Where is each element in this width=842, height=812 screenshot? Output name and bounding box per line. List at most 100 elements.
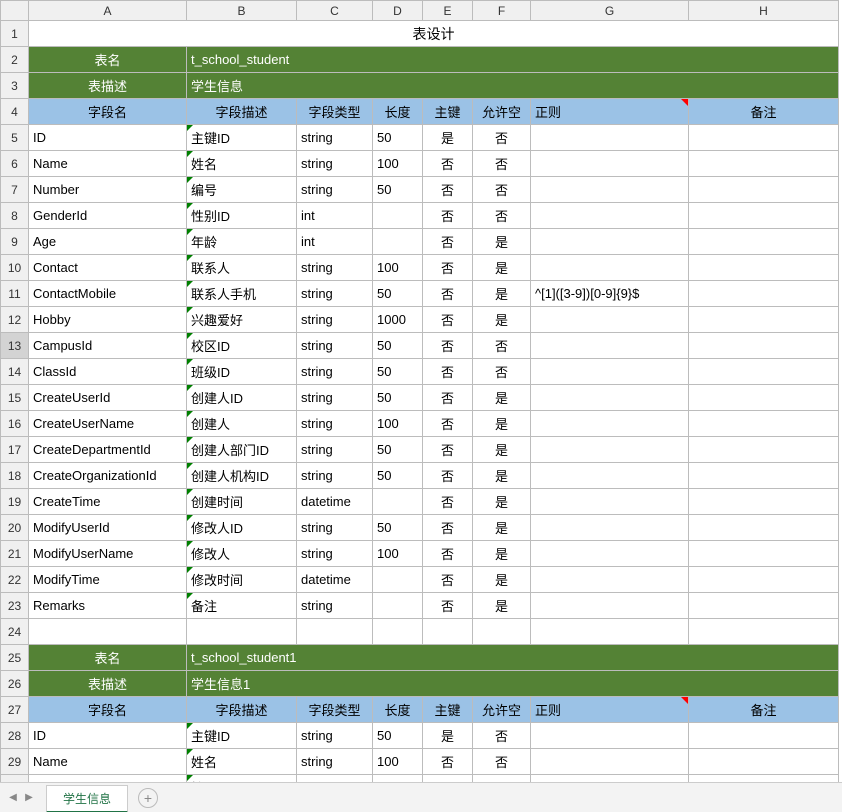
cell[interactable] <box>689 255 839 281</box>
cell[interactable]: 50 <box>373 385 423 411</box>
cell[interactable]: 字段类型 <box>297 697 373 723</box>
cell[interactable]: string <box>297 749 373 775</box>
row-header[interactable]: 6 <box>1 151 29 177</box>
cell[interactable] <box>689 619 839 645</box>
cell[interactable] <box>373 593 423 619</box>
cell[interactable] <box>531 541 689 567</box>
cell[interactable]: ID <box>29 723 187 749</box>
cell[interactable]: Age <box>29 229 187 255</box>
cell[interactable]: 否 <box>423 229 473 255</box>
cell[interactable]: 否 <box>473 723 531 749</box>
cell[interactable]: 修改人 <box>187 541 297 567</box>
row-header[interactable]: 12 <box>1 307 29 333</box>
cell[interactable]: 否 <box>423 385 473 411</box>
cell[interactable] <box>531 177 689 203</box>
col-header-H[interactable]: H <box>689 1 839 21</box>
cell[interactable]: 创建时间 <box>187 489 297 515</box>
row-header[interactable]: 26 <box>1 671 29 697</box>
cell[interactable]: Contact <box>29 255 187 281</box>
cell[interactable]: string <box>297 463 373 489</box>
cell[interactable]: 否 <box>423 411 473 437</box>
cell[interactable]: 是 <box>473 307 531 333</box>
cell[interactable] <box>373 619 423 645</box>
cell[interactable]: 创建人 <box>187 411 297 437</box>
col-header-B[interactable]: B <box>187 1 297 21</box>
cell[interactable]: 创建人机构ID <box>187 463 297 489</box>
cell[interactable]: 否 <box>423 307 473 333</box>
row-header[interactable]: 16 <box>1 411 29 437</box>
cell[interactable]: CreateUserId <box>29 385 187 411</box>
cell[interactable]: 字段名 <box>29 99 187 125</box>
row-header[interactable]: 7 <box>1 177 29 203</box>
cell[interactable] <box>531 775 689 783</box>
cell[interactable] <box>531 359 689 385</box>
cell[interactable] <box>689 307 839 333</box>
cell[interactable]: 否 <box>473 359 531 385</box>
cell[interactable]: 否 <box>423 593 473 619</box>
tab-nav-next-icon[interactable]: ▶ <box>22 791 36 805</box>
cell[interactable] <box>531 593 689 619</box>
cell[interactable]: 否 <box>423 515 473 541</box>
cell[interactable] <box>531 229 689 255</box>
cell[interactable] <box>689 177 839 203</box>
row-header[interactable]: 21 <box>1 541 29 567</box>
cell[interactable]: 学生信息1 <box>187 671 839 697</box>
cell[interactable]: Hobby <box>29 307 187 333</box>
cell[interactable]: 否 <box>423 177 473 203</box>
cell[interactable] <box>689 411 839 437</box>
cell[interactable]: string <box>297 723 373 749</box>
cell[interactable]: 修改人ID <box>187 515 297 541</box>
cell[interactable]: CreateOrganizationId <box>29 463 187 489</box>
cell[interactable]: 字段描述 <box>187 99 297 125</box>
cell[interactable]: 是 <box>473 593 531 619</box>
cell[interactable]: 年龄 <box>187 229 297 255</box>
cell[interactable] <box>423 619 473 645</box>
sheet-tab[interactable]: 学生信息 <box>46 785 128 812</box>
cell[interactable]: string <box>297 125 373 151</box>
cell[interactable]: Remarks <box>29 593 187 619</box>
row-header[interactable]: 3 <box>1 73 29 99</box>
cell[interactable]: 班级ID <box>187 359 297 385</box>
cell[interactable]: 是 <box>473 281 531 307</box>
cell[interactable]: 否 <box>473 151 531 177</box>
cell[interactable] <box>531 385 689 411</box>
cell[interactable] <box>689 151 839 177</box>
cell[interactable] <box>689 567 839 593</box>
cell[interactable]: CampusId <box>29 333 187 359</box>
cell[interactable]: 否 <box>423 281 473 307</box>
cell[interactable]: 表名 <box>29 47 187 73</box>
row-header[interactable]: 9 <box>1 229 29 255</box>
cell[interactable] <box>689 775 839 783</box>
cell[interactable] <box>373 567 423 593</box>
cell[interactable]: 创建人部门ID <box>187 437 297 463</box>
row-header[interactable]: 19 <box>1 489 29 515</box>
cell[interactable] <box>531 333 689 359</box>
col-header-G[interactable]: G <box>531 1 689 21</box>
cell[interactable]: 否 <box>473 125 531 151</box>
cell[interactable]: 1000 <box>373 307 423 333</box>
col-header-F[interactable]: F <box>473 1 531 21</box>
add-sheet-button[interactable]: + <box>138 788 158 808</box>
row-header[interactable]: 30 <box>1 775 29 783</box>
cell[interactable]: string <box>297 593 373 619</box>
cell[interactable]: 是 <box>473 229 531 255</box>
cell[interactable]: 联系人手机 <box>187 281 297 307</box>
cell[interactable] <box>531 489 689 515</box>
col-header-C[interactable]: C <box>297 1 373 21</box>
cell[interactable] <box>29 619 187 645</box>
cell[interactable]: 否 <box>423 151 473 177</box>
cell[interactable] <box>531 619 689 645</box>
cell[interactable]: 否 <box>423 489 473 515</box>
cell[interactable] <box>689 489 839 515</box>
cell[interactable] <box>689 593 839 619</box>
cell[interactable] <box>297 619 373 645</box>
cell[interactable]: 允许空 <box>473 697 531 723</box>
cell[interactable] <box>531 463 689 489</box>
cell[interactable]: int <box>297 203 373 229</box>
cell[interactable]: string <box>297 541 373 567</box>
cell[interactable]: 否 <box>473 749 531 775</box>
row-header[interactable]: 2 <box>1 47 29 73</box>
cell[interactable] <box>531 151 689 177</box>
cell[interactable] <box>689 541 839 567</box>
cell[interactable]: 姓名 <box>187 749 297 775</box>
